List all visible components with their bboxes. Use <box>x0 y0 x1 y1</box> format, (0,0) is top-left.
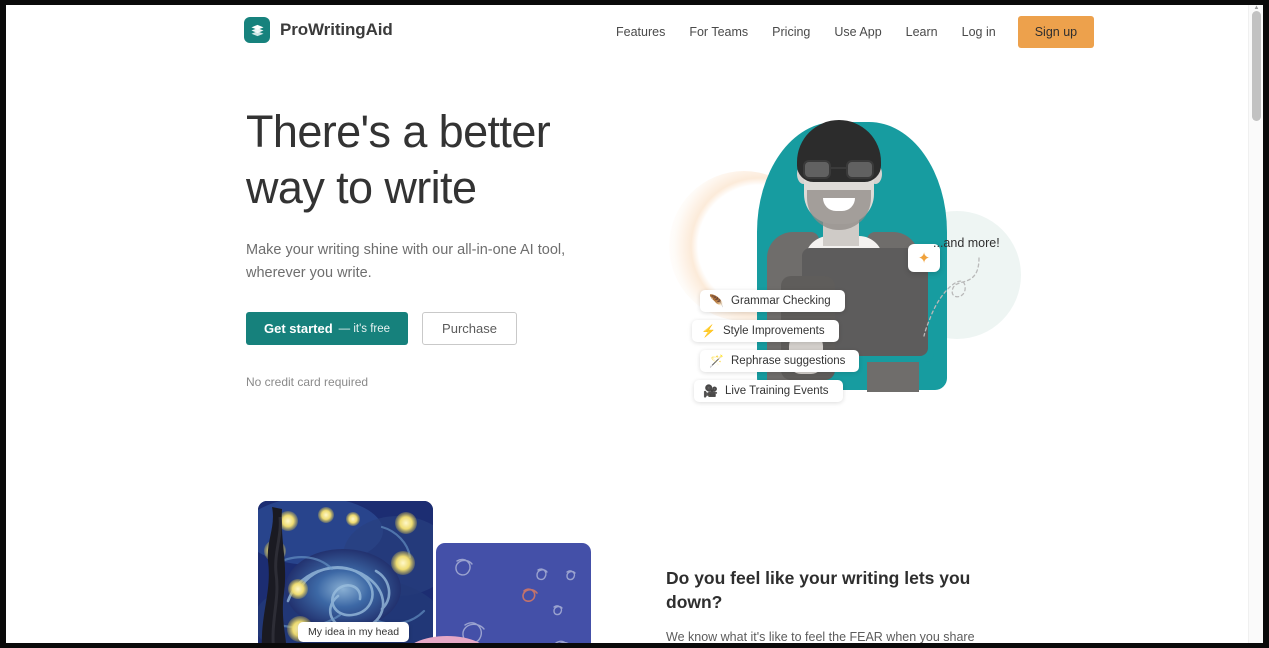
hero-section: There's a better way to write Make your … <box>6 61 1248 461</box>
artwork-cards: My idea in my head <box>254 501 599 643</box>
brand-logo[interactable]: ProWritingAid <box>244 17 393 43</box>
feature-pill-rephrase-suggestions: 🪄 Rephrase suggestions <box>700 350 860 372</box>
hero-subtitle: Make your writing shine with our all-in-… <box>246 242 566 281</box>
feature-pill-style-improvements: ⚡ Style Improvements <box>692 320 839 342</box>
hero-copy: There's a better way to write Make your … <box>246 104 596 389</box>
hero-title-line-1: There's a better <box>246 106 551 157</box>
glasses-icon <box>800 160 878 179</box>
nav-item-learn[interactable]: Learn <box>894 19 950 45</box>
section2-body: We know what it's like to feel the FEAR … <box>666 630 975 643</box>
nav-item-use-app[interactable]: Use App <box>822 19 893 45</box>
section2-copy: Do you feel like your writing lets you d… <box>666 566 1011 643</box>
nav-item-for-teams[interactable]: For Teams <box>677 19 760 45</box>
lightning-bolt-icon: ⚡ <box>701 324 716 338</box>
my-idea-label: My idea in my head <box>298 622 410 642</box>
hero-illustration: ✦ ...and more! 🪶 Grammar Checking ⚡ Styl… <box>661 106 1031 446</box>
hero-title: There's a better way to write <box>246 104 596 216</box>
spiral-doodles-icon <box>455 558 576 643</box>
feather-quill-icon: 🪶 <box>709 294 724 308</box>
feature-pill-label: Rephrase suggestions <box>731 355 846 367</box>
scrollbar-thumb[interactable] <box>1252 11 1261 121</box>
browser-viewport: ProWritingAid Features For Teams Pricing… <box>6 5 1263 643</box>
sign-up-button[interactable]: Sign up <box>1017 16 1095 48</box>
site-header: ProWritingAid Features For Teams Pricing… <box>6 5 1248 61</box>
dashed-curved-arrow-icon <box>923 257 980 337</box>
feature-pill-grammar-checking: 🪶 Grammar Checking <box>700 290 845 312</box>
magic-wand-icon: 🪄 <box>709 354 724 368</box>
get-started-button[interactable]: Get started — it's free <box>246 312 409 345</box>
nav-item-log-in[interactable]: Log in <box>950 19 1008 45</box>
feature-pill-label: Live Training Events <box>725 385 829 397</box>
no-credit-card-note: No credit card required <box>246 375 369 389</box>
feature-pill-label: Style Improvements <box>723 325 825 337</box>
get-started-free-note: — it's free <box>338 322 391 335</box>
brand-name: ProWritingAid <box>280 20 393 39</box>
doodle-card <box>436 543 591 643</box>
nav-item-pricing[interactable]: Pricing <box>760 19 822 45</box>
feature-pill-live-training-events: 🎥 Live Training Events <box>694 380 843 402</box>
page-content: ProWritingAid Features For Teams Pricing… <box>6 5 1248 643</box>
get-started-label: Get started <box>264 321 333 336</box>
purchase-button[interactable]: Purchase <box>422 312 517 345</box>
book-pages-icon <box>244 17 270 43</box>
hero-title-line-2: way to write <box>246 162 477 213</box>
and-more-annotation: ...and more! <box>933 236 1000 250</box>
feature-pill-label: Grammar Checking <box>731 295 831 307</box>
feature-pill-list: 🪶 Grammar Checking ⚡ Style Improvements … <box>692 290 860 402</box>
nav-item-features[interactable]: Features <box>604 19 677 45</box>
browser-frame: ProWritingAid Features For Teams Pricing… <box>0 0 1269 648</box>
page-scrollbar[interactable]: ▲ <box>1248 5 1263 643</box>
writing-lets-you-down-section: My idea in my head Do you feel like your… <box>6 461 1248 643</box>
hero-actions: Get started — it's free Purchase <box>246 312 596 345</box>
main-navigation: Features For Teams Pricing Use App Learn… <box>604 16 1095 48</box>
section2-title: Do you feel like your writing lets you d… <box>666 568 971 612</box>
video-camera-icon: 🎥 <box>703 384 718 398</box>
